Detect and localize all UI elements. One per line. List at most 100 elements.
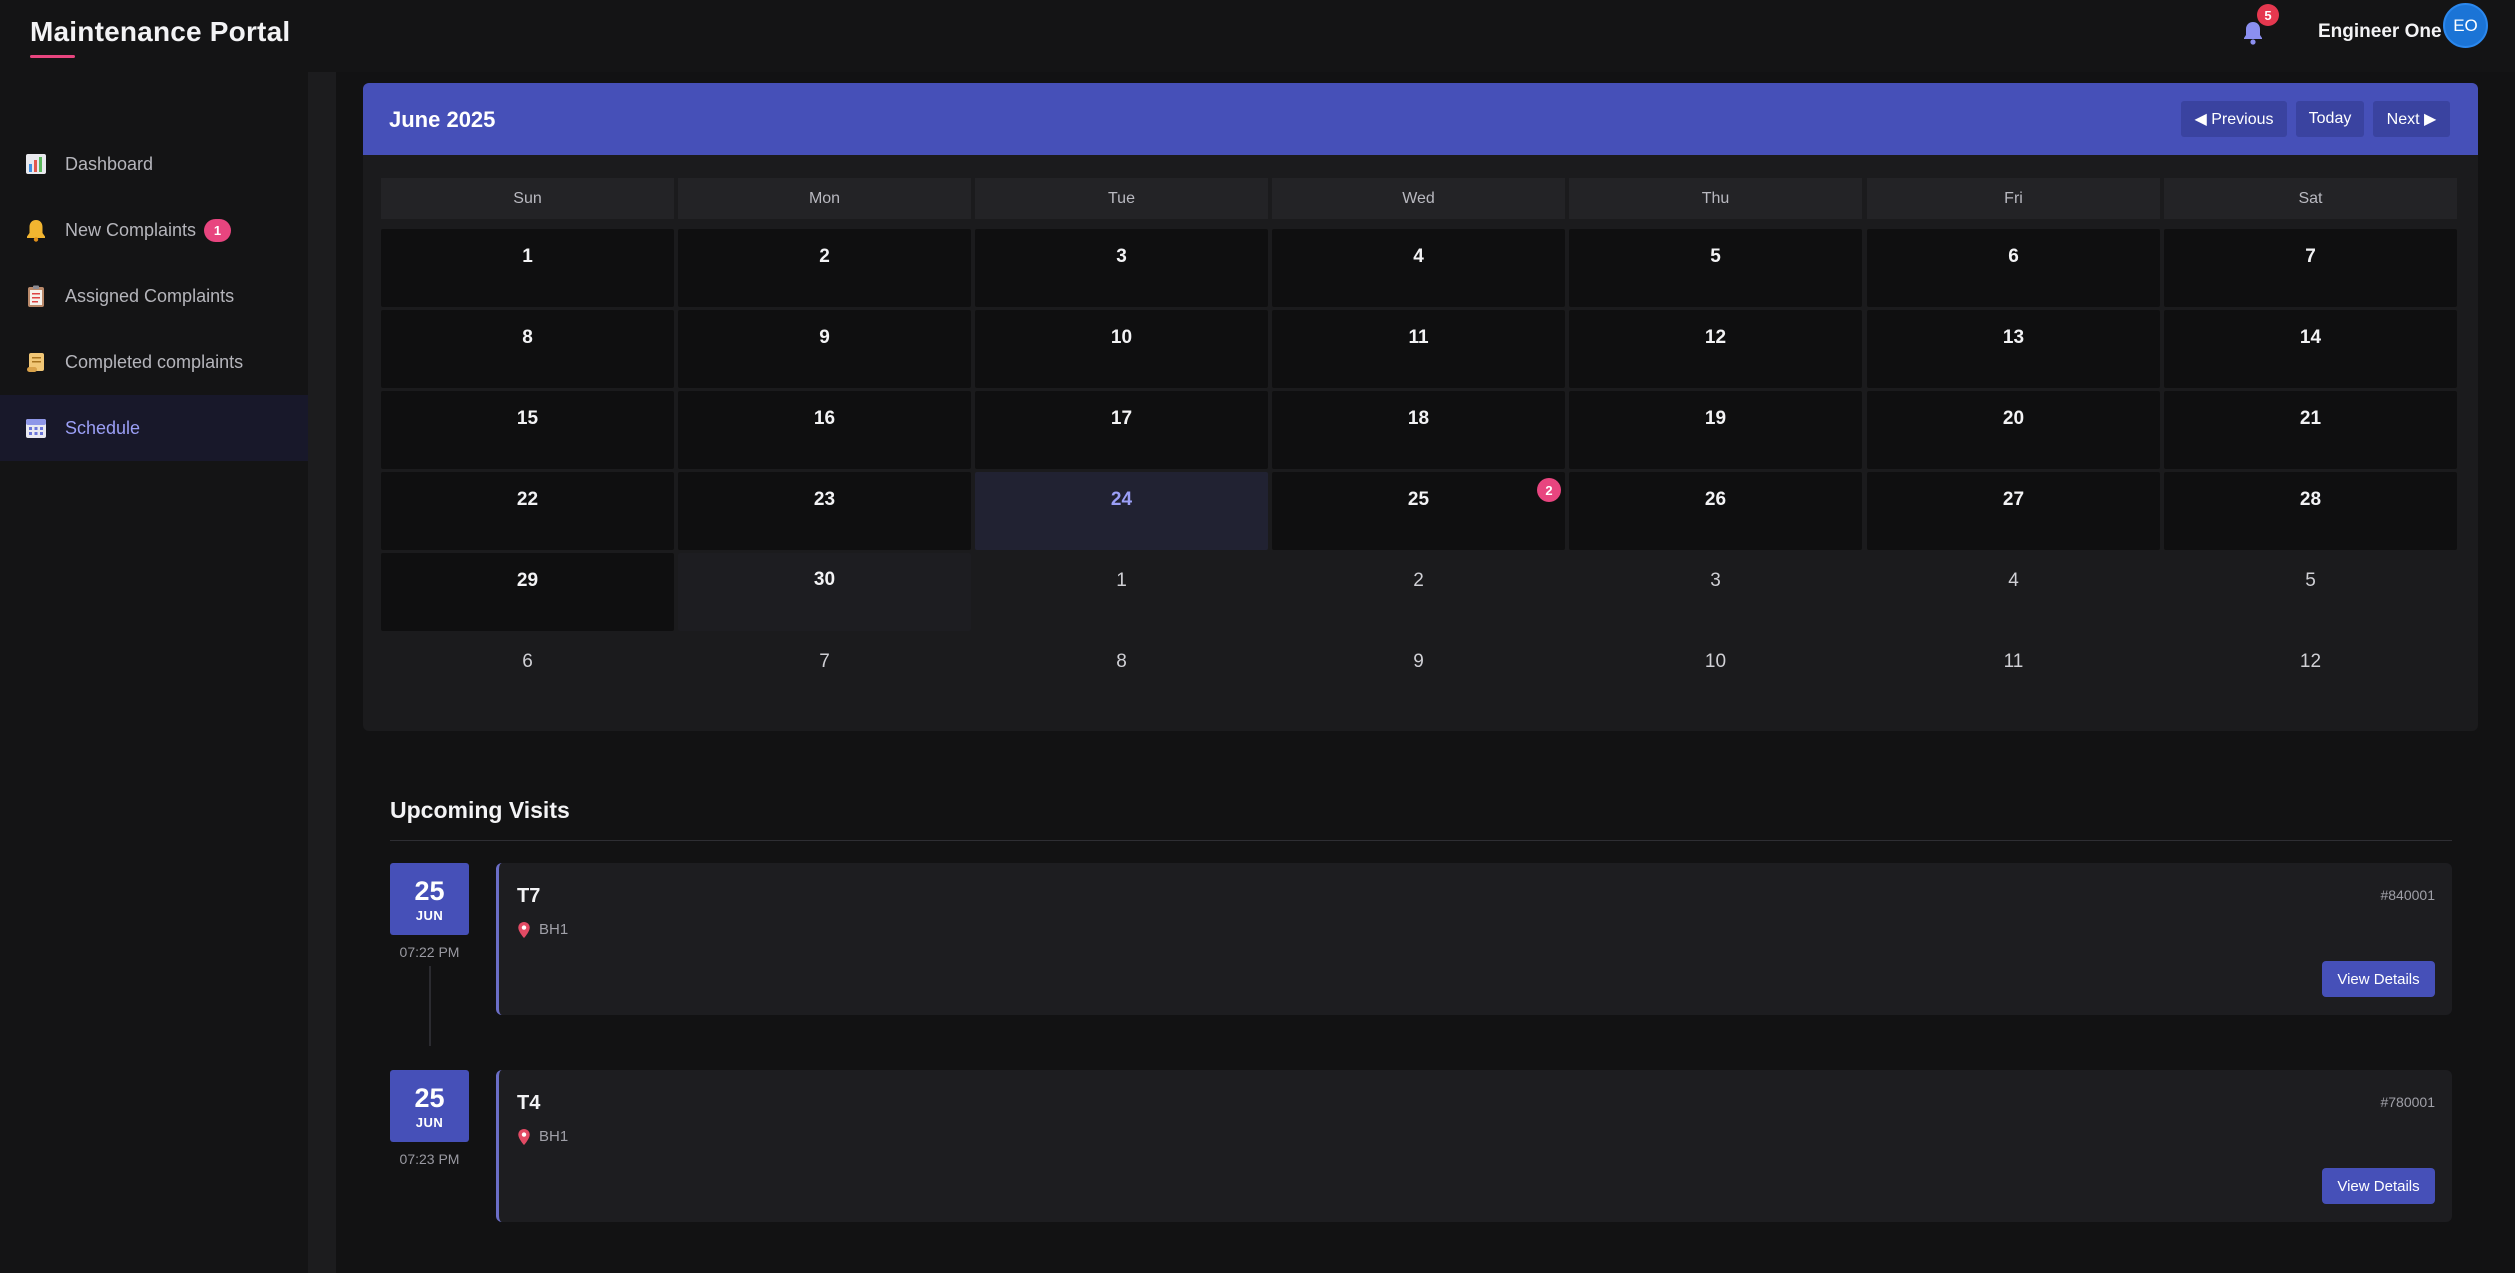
user-name[interactable]: Engineer One [2318,21,2442,43]
calendar-day[interactable]: 22 [381,472,674,550]
calendar-day[interactable]: 4 [1272,229,1565,307]
calendar-day[interactable]: 17 [975,391,1268,469]
day-number: 1 [1116,570,1127,591]
calendar-day-other-month[interactable]: 8 [975,634,1268,712]
day-number: 2 [819,246,830,267]
sidebar-item-dashboard[interactable]: Dashboard [0,131,308,197]
top-bar: Maintenance Portal 5 Engineer One EO [0,0,2515,72]
day-number: 18 [1407,408,1430,429]
calendar-day[interactable]: 23 [678,472,971,550]
calendar-day[interactable]: 5 [1569,229,1862,307]
visit-location: BH1 [517,921,568,938]
calendar-day[interactable]: 18 [1272,391,1565,469]
visit-id: #780001 [2380,1094,2435,1110]
calendar-day[interactable]: 20 [1867,391,2160,469]
visit-id: #840001 [2380,887,2435,903]
calendar-day[interactable]: 6 [1867,229,2160,307]
day-number: 25 [1407,489,1430,510]
day-number: 14 [2299,327,2322,348]
previous-month-button[interactable]: ◀ Previous [2181,101,2287,137]
calendar-day-other-month[interactable]: 4 [1867,553,2160,631]
view-details-button[interactable]: View Details [2322,1168,2435,1204]
day-number: 28 [2299,489,2322,510]
day-number: 29 [516,570,539,591]
calendar-day[interactable]: 7 [2164,229,2457,307]
calendar: June 2025 ◀ Previous Today Next ▶ Sun Mon… [363,83,2478,731]
location-pin-icon [517,921,531,938]
notification-count-badge: 5 [2257,4,2279,26]
avatar[interactable]: EO [2443,3,2488,48]
brand-title[interactable]: Maintenance Portal [30,16,290,48]
calendar-day-other-month[interactable]: 11 [1867,634,2160,712]
day-number: 11 [1408,327,1429,348]
sidebar-item-label: Assigned Complaints [65,285,235,306]
calendar-day[interactable]: 24 [975,472,1268,550]
next-month-button[interactable]: Next ▶ [2373,101,2450,137]
day-number: 4 [2008,570,2019,591]
calendar-day[interactable]: 29 [381,553,674,631]
visit-name: T7 [517,885,541,907]
calendar-day[interactable]: 14 [2164,310,2457,388]
calendar-day[interactable]: 11 [1272,310,1565,388]
calendar-day[interactable]: 9 [678,310,971,388]
calendar-day[interactable]: 27 [1867,472,2160,550]
visit-location-text: BH1 [539,921,569,938]
calendar-day[interactable]: 15 [381,391,674,469]
day-number: 6 [2008,246,2019,267]
calendar-header: June 2025 ◀ Previous Today Next ▶ [363,83,2478,155]
visit-time: 07:23 PM [399,1151,460,1167]
calendar-day-other-month[interactable]: 5 [2164,553,2457,631]
day-number: 7 [2305,246,2316,267]
day-number: 13 [2002,327,2025,348]
day-number: 12 [2299,651,2322,672]
calendar-day[interactable]: 1 [381,229,674,307]
clipboard-icon [24,284,48,308]
visit-location-text: BH1 [539,1128,569,1145]
day-number: 11 [2003,651,2024,672]
calendar-day-other-month[interactable]: 10 [1569,634,1862,712]
day-number: 19 [1704,408,1727,429]
calendar-day[interactable]: 19 [1569,391,1862,469]
day-number: 26 [1704,489,1727,510]
calendar-day[interactable]: 21 [2164,391,2457,469]
brand-underline [30,55,75,58]
day-number: 27 [2002,489,2025,510]
today-button[interactable]: Today [2296,101,2364,137]
calendar-icon [24,416,48,440]
weekday-header: Fri [1867,178,2160,219]
sidebar-item-label: Dashboard [65,153,154,174]
day-number: 10 [1704,651,1727,672]
upcoming-visits-title: Upcoming Visits [390,797,570,823]
calendar-day[interactable]: 3 [975,229,1268,307]
calendar-day-other-month[interactable]: 6 [381,634,674,712]
location-pin-icon [517,1128,531,1145]
calendar-day[interactable]: 26 [1569,472,1862,550]
calendar-day[interactable]: 12 [1569,310,1862,388]
calendar-day[interactable]: 10 [975,310,1268,388]
visit-day: 25 [414,1082,445,1113]
bar-chart-icon [24,152,48,176]
calendar-day[interactable]: 2 [678,229,971,307]
calendar-day[interactable]: 28 [2164,472,2457,550]
calendar-day[interactable]: 30 [678,553,971,631]
sidebar-item-schedule[interactable]: Schedule [0,395,308,461]
calendar-day-other-month[interactable]: 12 [2164,634,2457,712]
calendar-day[interactable]: 13 [1867,310,2160,388]
calendar-day-other-month[interactable]: 9 [1272,634,1565,712]
calendar-day-other-month[interactable]: 1 [975,553,1268,631]
weekday-header: Sun [381,178,674,219]
day-number: 9 [819,327,830,348]
view-details-button[interactable]: View Details [2322,961,2435,997]
sidebar-item-assigned-complaints[interactable]: Assigned Complaints [0,263,308,329]
calendar-day-other-month[interactable]: 3 [1569,553,1862,631]
calendar-day-other-month[interactable]: 2 [1272,553,1565,631]
calendar-day[interactable]: 8 [381,310,674,388]
sidebar-item-new-complaints[interactable]: New Complaints 1 [0,197,308,263]
day-number: 5 [2305,570,2316,591]
calendar-day[interactable]: 25 2 [1272,472,1565,550]
calendar-day[interactable]: 16 [678,391,971,469]
sidebar-item-completed-complaints[interactable]: Completed complaints [0,329,308,395]
weekday-header: Wed [1272,178,1565,219]
calendar-day-other-month[interactable]: 7 [678,634,971,712]
day-number: 4 [1413,246,1424,267]
